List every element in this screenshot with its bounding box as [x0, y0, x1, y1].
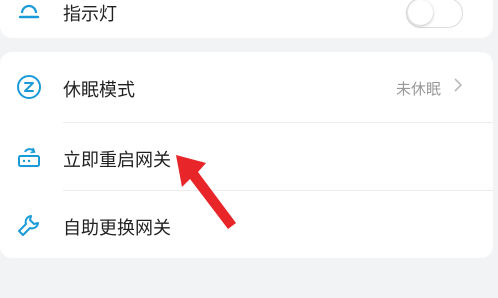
indicator-label: 指示灯	[63, 4, 117, 25]
replace-gateway-row[interactable]: 自助更换网关	[0, 190, 493, 258]
router-restart-icon	[16, 144, 42, 170]
sleep-mode-label: 休眠模式	[63, 80, 135, 101]
wrench-icon	[16, 212, 42, 238]
toggle-knob	[408, 0, 433, 25]
chevron-right-icon	[453, 77, 463, 97]
pointer-arrow-icon	[176, 155, 236, 229]
replace-gateway-label: 自助更换网关	[63, 218, 171, 239]
bell-icon	[16, 0, 42, 24]
indicator-toggle[interactable]	[406, 0, 463, 28]
sleep-z-icon	[16, 74, 42, 100]
sleep-mode-value: 未休眠	[395, 80, 441, 98]
indicator-card: 指示灯	[0, 0, 493, 38]
restart-gateway-label: 立即重启网关	[63, 150, 171, 171]
sleep-mode-row[interactable]: 休眠模式 未休眠	[0, 52, 493, 122]
indicator-row: 指示灯	[0, 0, 493, 28]
settings-card: 休眠模式 未休眠 立即重启网关 自助更换网关	[0, 52, 493, 258]
restart-gateway-row[interactable]: 立即重启网关	[0, 122, 493, 190]
